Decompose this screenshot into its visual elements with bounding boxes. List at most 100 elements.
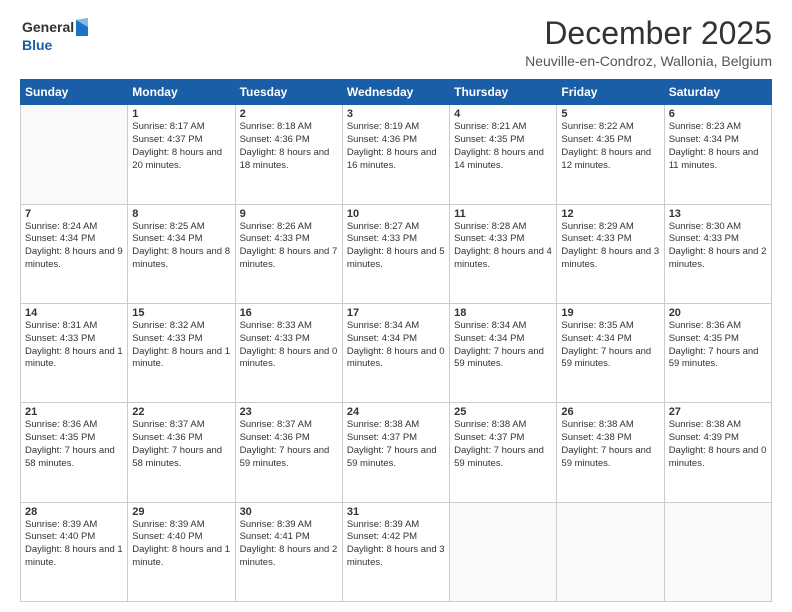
day-info: Sunrise: 8:34 AM Sunset: 4:34 PM Dayligh…	[454, 320, 552, 371]
day-number: 25	[454, 406, 552, 418]
calendar-cell: 27Sunrise: 8:38 AM Sunset: 4:39 PM Dayli…	[664, 403, 771, 502]
day-number: 29	[132, 506, 230, 518]
day-info: Sunrise: 8:38 AM Sunset: 4:37 PM Dayligh…	[347, 419, 445, 470]
calendar-cell: 7Sunrise: 8:24 AM Sunset: 4:34 PM Daylig…	[21, 204, 128, 303]
day-number: 3	[347, 108, 445, 120]
calendar-cell: 4Sunrise: 8:21 AM Sunset: 4:35 PM Daylig…	[450, 105, 557, 204]
calendar-cell	[557, 502, 664, 601]
calendar-cell: 19Sunrise: 8:35 AM Sunset: 4:34 PM Dayli…	[557, 303, 664, 402]
day-number: 12	[561, 208, 659, 220]
calendar-cell: 26Sunrise: 8:38 AM Sunset: 4:38 PM Dayli…	[557, 403, 664, 502]
calendar-cell: 22Sunrise: 8:37 AM Sunset: 4:36 PM Dayli…	[128, 403, 235, 502]
day-info: Sunrise: 8:35 AM Sunset: 4:34 PM Dayligh…	[561, 320, 659, 371]
day-info: Sunrise: 8:22 AM Sunset: 4:35 PM Dayligh…	[561, 121, 659, 172]
calendar-header-tuesday: Tuesday	[235, 80, 342, 105]
day-number: 5	[561, 108, 659, 120]
calendar-cell: 24Sunrise: 8:38 AM Sunset: 4:37 PM Dayli…	[342, 403, 449, 502]
calendar-cell: 30Sunrise: 8:39 AM Sunset: 4:41 PM Dayli…	[235, 502, 342, 601]
day-info: Sunrise: 8:37 AM Sunset: 4:36 PM Dayligh…	[240, 419, 338, 470]
day-info: Sunrise: 8:32 AM Sunset: 4:33 PM Dayligh…	[132, 320, 230, 371]
day-number: 18	[454, 307, 552, 319]
day-number: 9	[240, 208, 338, 220]
day-number: 2	[240, 108, 338, 120]
day-number: 13	[669, 208, 767, 220]
calendar-cell: 21Sunrise: 8:36 AM Sunset: 4:35 PM Dayli…	[21, 403, 128, 502]
calendar-cell: 31Sunrise: 8:39 AM Sunset: 4:42 PM Dayli…	[342, 502, 449, 601]
calendar-cell: 8Sunrise: 8:25 AM Sunset: 4:34 PM Daylig…	[128, 204, 235, 303]
subtitle: Neuville-en-Condroz, Wallonia, Belgium	[525, 53, 772, 69]
day-info: Sunrise: 8:33 AM Sunset: 4:33 PM Dayligh…	[240, 320, 338, 371]
day-info: Sunrise: 8:34 AM Sunset: 4:34 PM Dayligh…	[347, 320, 445, 371]
calendar-cell	[664, 502, 771, 601]
day-number: 21	[25, 406, 123, 418]
logo: General Blue	[20, 16, 90, 58]
day-info: Sunrise: 8:29 AM Sunset: 4:33 PM Dayligh…	[561, 221, 659, 272]
calendar-cell: 29Sunrise: 8:39 AM Sunset: 4:40 PM Dayli…	[128, 502, 235, 601]
calendar-cell: 15Sunrise: 8:32 AM Sunset: 4:33 PM Dayli…	[128, 303, 235, 402]
day-number: 15	[132, 307, 230, 319]
svg-text:Blue: Blue	[22, 37, 53, 53]
calendar-header-friday: Friday	[557, 80, 664, 105]
day-info: Sunrise: 8:17 AM Sunset: 4:37 PM Dayligh…	[132, 121, 230, 172]
page: General Blue December 2025 Neuville-en-C…	[0, 0, 792, 612]
calendar-week-5: 28Sunrise: 8:39 AM Sunset: 4:40 PM Dayli…	[21, 502, 772, 601]
day-info: Sunrise: 8:30 AM Sunset: 4:33 PM Dayligh…	[669, 221, 767, 272]
calendar-header-thursday: Thursday	[450, 80, 557, 105]
day-number: 4	[454, 108, 552, 120]
day-info: Sunrise: 8:19 AM Sunset: 4:36 PM Dayligh…	[347, 121, 445, 172]
day-number: 1	[132, 108, 230, 120]
day-number: 14	[25, 307, 123, 319]
calendar-table: SundayMondayTuesdayWednesdayThursdayFrid…	[20, 79, 772, 602]
day-number: 22	[132, 406, 230, 418]
day-number: 30	[240, 506, 338, 518]
day-info: Sunrise: 8:26 AM Sunset: 4:33 PM Dayligh…	[240, 221, 338, 272]
title-block: December 2025 Neuville-en-Condroz, Wallo…	[525, 16, 772, 69]
day-info: Sunrise: 8:38 AM Sunset: 4:37 PM Dayligh…	[454, 419, 552, 470]
day-info: Sunrise: 8:39 AM Sunset: 4:41 PM Dayligh…	[240, 519, 338, 570]
calendar-week-4: 21Sunrise: 8:36 AM Sunset: 4:35 PM Dayli…	[21, 403, 772, 502]
day-number: 11	[454, 208, 552, 220]
calendar-cell: 25Sunrise: 8:38 AM Sunset: 4:37 PM Dayli…	[450, 403, 557, 502]
day-info: Sunrise: 8:38 AM Sunset: 4:39 PM Dayligh…	[669, 419, 767, 470]
day-info: Sunrise: 8:38 AM Sunset: 4:38 PM Dayligh…	[561, 419, 659, 470]
calendar-cell: 12Sunrise: 8:29 AM Sunset: 4:33 PM Dayli…	[557, 204, 664, 303]
day-number: 20	[669, 307, 767, 319]
day-info: Sunrise: 8:21 AM Sunset: 4:35 PM Dayligh…	[454, 121, 552, 172]
day-info: Sunrise: 8:25 AM Sunset: 4:34 PM Dayligh…	[132, 221, 230, 272]
calendar-cell: 2Sunrise: 8:18 AM Sunset: 4:36 PM Daylig…	[235, 105, 342, 204]
day-info: Sunrise: 8:18 AM Sunset: 4:36 PM Dayligh…	[240, 121, 338, 172]
day-number: 26	[561, 406, 659, 418]
day-number: 31	[347, 506, 445, 518]
calendar-cell: 17Sunrise: 8:34 AM Sunset: 4:34 PM Dayli…	[342, 303, 449, 402]
calendar-week-3: 14Sunrise: 8:31 AM Sunset: 4:33 PM Dayli…	[21, 303, 772, 402]
day-number: 27	[669, 406, 767, 418]
day-info: Sunrise: 8:36 AM Sunset: 4:35 PM Dayligh…	[669, 320, 767, 371]
calendar-cell: 11Sunrise: 8:28 AM Sunset: 4:33 PM Dayli…	[450, 204, 557, 303]
day-info: Sunrise: 8:39 AM Sunset: 4:40 PM Dayligh…	[25, 519, 123, 570]
day-info: Sunrise: 8:28 AM Sunset: 4:33 PM Dayligh…	[454, 221, 552, 272]
day-number: 6	[669, 108, 767, 120]
calendar-week-2: 7Sunrise: 8:24 AM Sunset: 4:34 PM Daylig…	[21, 204, 772, 303]
day-number: 16	[240, 307, 338, 319]
calendar-cell	[450, 502, 557, 601]
main-title: December 2025	[525, 16, 772, 51]
logo-svg: General Blue	[20, 16, 90, 58]
day-number: 8	[132, 208, 230, 220]
day-info: Sunrise: 8:23 AM Sunset: 4:34 PM Dayligh…	[669, 121, 767, 172]
day-info: Sunrise: 8:36 AM Sunset: 4:35 PM Dayligh…	[25, 419, 123, 470]
calendar-header-saturday: Saturday	[664, 80, 771, 105]
svg-text:General: General	[22, 19, 74, 35]
day-info: Sunrise: 8:39 AM Sunset: 4:40 PM Dayligh…	[132, 519, 230, 570]
calendar-cell: 6Sunrise: 8:23 AM Sunset: 4:34 PM Daylig…	[664, 105, 771, 204]
day-number: 17	[347, 307, 445, 319]
calendar-cell: 9Sunrise: 8:26 AM Sunset: 4:33 PM Daylig…	[235, 204, 342, 303]
calendar-header-monday: Monday	[128, 80, 235, 105]
calendar-cell: 18Sunrise: 8:34 AM Sunset: 4:34 PM Dayli…	[450, 303, 557, 402]
calendar-week-1: 1Sunrise: 8:17 AM Sunset: 4:37 PM Daylig…	[21, 105, 772, 204]
header: General Blue December 2025 Neuville-en-C…	[20, 16, 772, 69]
day-info: Sunrise: 8:31 AM Sunset: 4:33 PM Dayligh…	[25, 320, 123, 371]
calendar-cell: 13Sunrise: 8:30 AM Sunset: 4:33 PM Dayli…	[664, 204, 771, 303]
day-info: Sunrise: 8:39 AM Sunset: 4:42 PM Dayligh…	[347, 519, 445, 570]
calendar-header-sunday: Sunday	[21, 80, 128, 105]
calendar-cell: 10Sunrise: 8:27 AM Sunset: 4:33 PM Dayli…	[342, 204, 449, 303]
